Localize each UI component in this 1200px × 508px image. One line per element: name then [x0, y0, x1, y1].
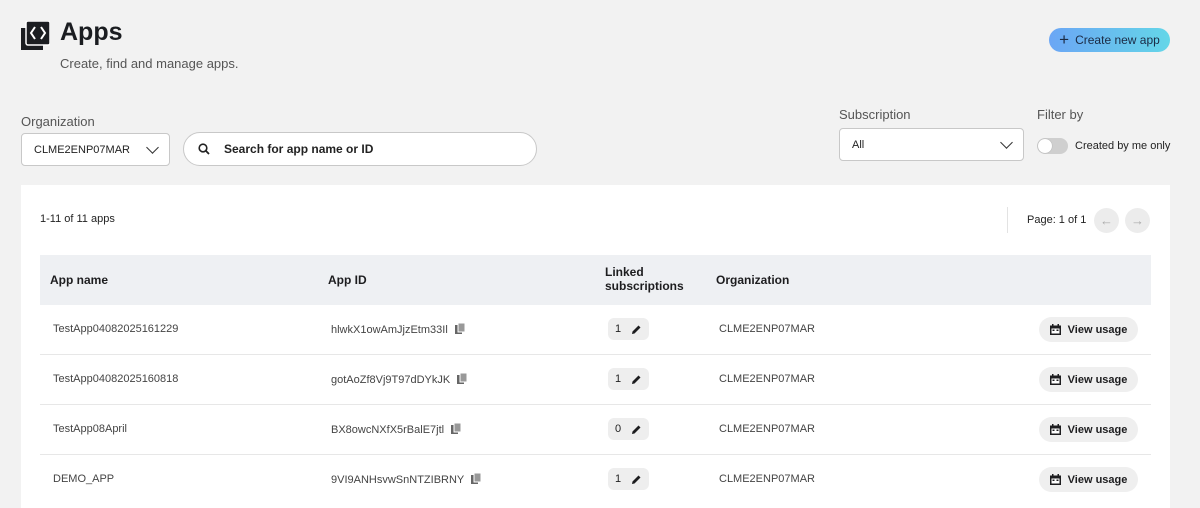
calendar-icon	[1049, 424, 1061, 435]
calendar-icon	[1049, 374, 1061, 385]
copy-icon[interactable]	[454, 323, 465, 334]
view-usage-label: View usage	[1067, 473, 1128, 486]
organization-cell: CLME2ENP07MAR	[719, 373, 815, 385]
app-id-text: gotAoZf8Vj9T97dDYkJK	[331, 374, 451, 386]
search-icon	[198, 143, 210, 155]
pencil-icon	[632, 375, 641, 384]
code-brackets-icon	[21, 21, 50, 50]
organization-cell: CLME2ENP07MAR	[719, 473, 815, 485]
linked-subscriptions-edit[interactable]: 1	[608, 318, 649, 340]
app-id-cell: gotAoZf8Vj9T97dDYkJK	[331, 373, 468, 386]
chevron-down-icon	[1000, 136, 1013, 149]
create-new-app-label: Create new app	[1075, 33, 1160, 47]
view-usage-button[interactable]: View usage	[1039, 417, 1138, 442]
copy-icon[interactable]	[451, 423, 462, 434]
view-usage-label: View usage	[1067, 423, 1128, 436]
created-by-me-label: Created by me only	[1075, 140, 1171, 152]
linked-count: 1	[615, 323, 622, 335]
organization-select[interactable]: CLME2ENP07MAR	[21, 133, 170, 166]
plus-icon: +	[1059, 29, 1070, 49]
header-app-id: App ID	[328, 273, 367, 287]
copy-icon[interactable]	[457, 373, 468, 384]
filter-by-label: Filter by	[1037, 107, 1084, 122]
app-id-cell: 9VI9ANHsvwSnNTZIBRNY	[331, 473, 482, 486]
header-app-name: App name	[50, 273, 109, 287]
linked-subscriptions-edit[interactable]: 1	[608, 368, 649, 390]
app-name-cell: TestApp04082025160818	[53, 373, 179, 385]
search-input[interactable]	[222, 141, 506, 157]
create-new-app-button[interactable]: + Create new app	[1049, 28, 1170, 52]
organization-label: Organization	[21, 114, 95, 129]
previous-page-button[interactable]: ←	[1094, 208, 1119, 233]
search-field[interactable]	[183, 132, 537, 166]
calendar-icon	[1049, 324, 1061, 335]
header-organization: Organization	[716, 273, 790, 287]
header-linked-line2: subscriptions	[605, 279, 684, 293]
table-header: App name App ID Linked subscriptions Org…	[40, 255, 1151, 305]
app-id-text: BX8owcNXfX5rBalE7jtl	[331, 424, 445, 436]
linked-count: 0	[615, 423, 622, 435]
arrow-right-icon: →	[1131, 213, 1144, 228]
subscription-label: Subscription	[839, 107, 911, 122]
subscription-select-value: All	[852, 138, 865, 151]
toggle-knob	[1038, 139, 1052, 153]
app-name-cell: TestApp08April	[53, 423, 127, 435]
organization-select-value: CLME2ENP07MAR	[34, 143, 130, 156]
header-linked-line1: Linked	[605, 265, 644, 279]
view-usage-button[interactable]: View usage	[1039, 467, 1138, 492]
page-title: Apps	[60, 18, 123, 46]
page-subtitle: Create, find and manage apps.	[60, 56, 239, 71]
organization-cell: CLME2ENP07MAR	[719, 323, 815, 335]
pencil-icon	[632, 425, 641, 434]
linked-count: 1	[615, 473, 622, 485]
table-row: TestApp04082025161229 hlwkX1owAmJjzEtm33…	[40, 305, 1151, 355]
view-usage-label: View usage	[1067, 373, 1128, 386]
linked-subscriptions-edit[interactable]: 0	[608, 418, 649, 440]
arrow-left-icon: ←	[1100, 213, 1113, 228]
calendar-icon	[1049, 474, 1061, 485]
table-row: TestApp04082025160818 gotAoZf8Vj9T97dDYk…	[40, 355, 1151, 405]
app-name-cell: TestApp04082025161229	[53, 323, 179, 335]
pencil-icon	[632, 325, 641, 334]
table-row: TestApp08April BX8owcNXfX5rBalE7jtl 0 CL…	[40, 405, 1151, 455]
apps-table-card: 1-11 of 11 apps Page: 1 of 1 ← → App nam…	[21, 185, 1170, 508]
page-indicator: Page: 1 of 1	[1027, 214, 1087, 226]
copy-icon[interactable]	[471, 473, 482, 484]
table-row: DEMO_APP 9VI9ANHsvwSnNTZIBRNY 1 CLME2ENP…	[40, 455, 1151, 505]
created-by-me-toggle[interactable]	[1037, 138, 1068, 154]
view-usage-button[interactable]: View usage	[1039, 317, 1138, 342]
subscription-select[interactable]: All	[839, 128, 1024, 161]
linked-count: 1	[615, 373, 622, 385]
apps-count: 1-11 of 11 apps	[40, 213, 115, 225]
app-id-text: hlwkX1owAmJjzEtm33Il	[331, 324, 448, 336]
organization-cell: CLME2ENP07MAR	[719, 423, 815, 435]
header-linked-subscriptions: Linked subscriptions	[605, 265, 684, 293]
chevron-down-icon	[146, 141, 159, 154]
app-id-cell: BX8owcNXfX5rBalE7jtl	[331, 423, 462, 436]
app-name-cell: DEMO_APP	[53, 473, 115, 485]
linked-subscriptions-edit[interactable]: 1	[608, 468, 649, 490]
next-page-button[interactable]: →	[1125, 208, 1150, 233]
view-usage-label: View usage	[1067, 323, 1128, 336]
pager-divider	[1007, 207, 1008, 233]
app-id-text: 9VI9ANHsvwSnNTZIBRNY	[331, 474, 465, 486]
pencil-icon	[632, 475, 641, 484]
view-usage-button[interactable]: View usage	[1039, 367, 1138, 392]
app-id-cell: hlwkX1owAmJjzEtm33Il	[331, 323, 465, 336]
